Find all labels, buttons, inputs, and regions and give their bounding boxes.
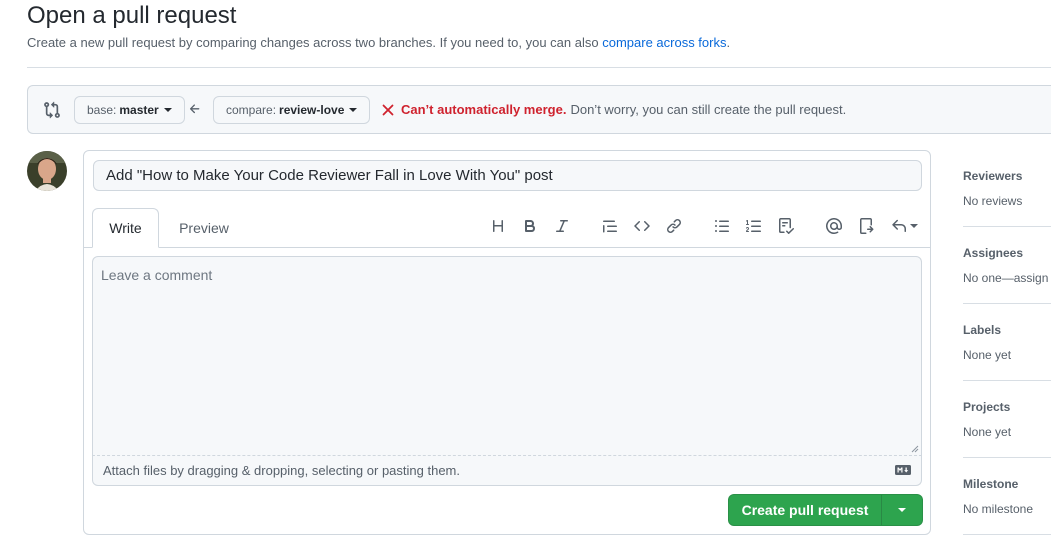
sidebar-value: No reviews <box>963 194 1023 208</box>
sidebar-heading: Milestone <box>963 477 1019 491</box>
subtitle-text: Create a new pull request by comparing c… <box>27 35 603 50</box>
quote-icon[interactable] <box>599 215 621 237</box>
tabs-divider <box>84 247 930 248</box>
create-options-dropdown[interactable] <box>882 495 922 525</box>
italic-icon[interactable] <box>551 215 573 237</box>
subtitle-suffix: . <box>726 35 731 50</box>
tab-write[interactable]: Write <box>92 208 159 248</box>
user-avatar-image <box>27 151 67 191</box>
sidebar-divider <box>963 457 1051 458</box>
merge-message-text: Don’t worry, you can still create the pu… <box>570 102 847 117</box>
header-divider <box>27 67 1051 68</box>
markdown-icon[interactable] <box>895 465 911 475</box>
pr-title-input[interactable] <box>93 160 922 191</box>
link-icon[interactable] <box>663 215 685 237</box>
sidebar-heading: Labels <box>963 323 1002 337</box>
task-list-icon[interactable] <box>775 215 797 237</box>
caret-down-icon <box>349 108 358 112</box>
caret-down-icon <box>909 224 918 228</box>
sidebar-value: No milestone <box>963 502 1034 516</box>
page-subtitle: Create a new pull request by comparing c… <box>27 35 730 50</box>
compare-branch-select[interactable]: compare: review-love <box>213 96 371 124</box>
sidebar-heading: Assignees <box>963 246 1024 260</box>
base-branch-select[interactable]: base: master <box>74 96 185 124</box>
heading-icon[interactable] <box>487 215 509 237</box>
avatar[interactable] <box>27 151 67 191</box>
sidebar-divider <box>963 534 1051 535</box>
merge-status: Can’t automatically merge. Don’t worry, … <box>382 102 846 117</box>
create-pull-request-button[interactable]: Create pull request <box>729 495 882 525</box>
caret-down-icon <box>163 108 172 112</box>
base-label: base: <box>87 103 117 117</box>
sidebar-value: None yet <box>963 425 1012 439</box>
git-compare-icon <box>44 101 60 119</box>
compare-branch-value: review-love <box>279 103 345 117</box>
cross-reference-icon[interactable] <box>855 215 877 237</box>
tab-preview[interactable]: Preview <box>169 208 239 248</box>
sidebar-projects[interactable]: Projects None yet <box>963 400 1051 439</box>
sidebar-divider <box>963 303 1051 304</box>
sidebar-value: None yet <box>963 348 1012 362</box>
x-icon <box>382 104 394 115</box>
pull-request-form: Write Preview Attach files by <box>83 150 931 535</box>
ordered-list-icon[interactable] <box>743 215 765 237</box>
sidebar-heading: Projects <box>963 400 1011 414</box>
sidebar-divider <box>963 226 1051 227</box>
attach-files-text: Attach files by dragging & dropping, sel… <box>103 463 460 478</box>
compare-bar: base: master compare: review-love Can’t … <box>27 85 1051 134</box>
mention-icon[interactable] <box>823 215 845 237</box>
page-title: Open a pull request <box>27 2 237 29</box>
sidebar-labels[interactable]: Labels None yet <box>963 323 1051 362</box>
merge-error-text: Can’t automatically merge. <box>401 102 567 117</box>
create-pull-request-button-group: Create pull request <box>728 494 923 526</box>
sidebar-divider <box>963 380 1051 381</box>
sidebar-assignees[interactable]: Assignees No one—assign <box>963 246 1051 285</box>
unordered-list-icon[interactable] <box>711 215 733 237</box>
bold-icon[interactable] <box>519 215 541 237</box>
sidebar-value: No one—assign <box>963 271 1049 285</box>
arrow-left-icon <box>189 104 200 114</box>
base-branch-value: master <box>119 103 159 117</box>
code-icon[interactable] <box>631 215 653 237</box>
sidebar-reviewers[interactable]: Reviewers No reviews <box>963 169 1051 208</box>
comment-textarea[interactable] <box>93 257 921 455</box>
attach-files-bar[interactable]: Attach files by dragging & dropping, sel… <box>92 456 922 486</box>
compare-label: compare: <box>226 103 277 117</box>
sidebar-milestone[interactable]: Milestone No milestone <box>963 477 1051 516</box>
caret-down-icon <box>898 508 906 512</box>
saved-reply-icon[interactable] <box>887 215 921 237</box>
sidebar-heading: Reviewers <box>963 169 1023 183</box>
compare-across-forks-link[interactable]: compare across forks <box>602 35 726 50</box>
resize-grip-icon[interactable] <box>911 445 919 453</box>
comment-area <box>92 256 922 456</box>
